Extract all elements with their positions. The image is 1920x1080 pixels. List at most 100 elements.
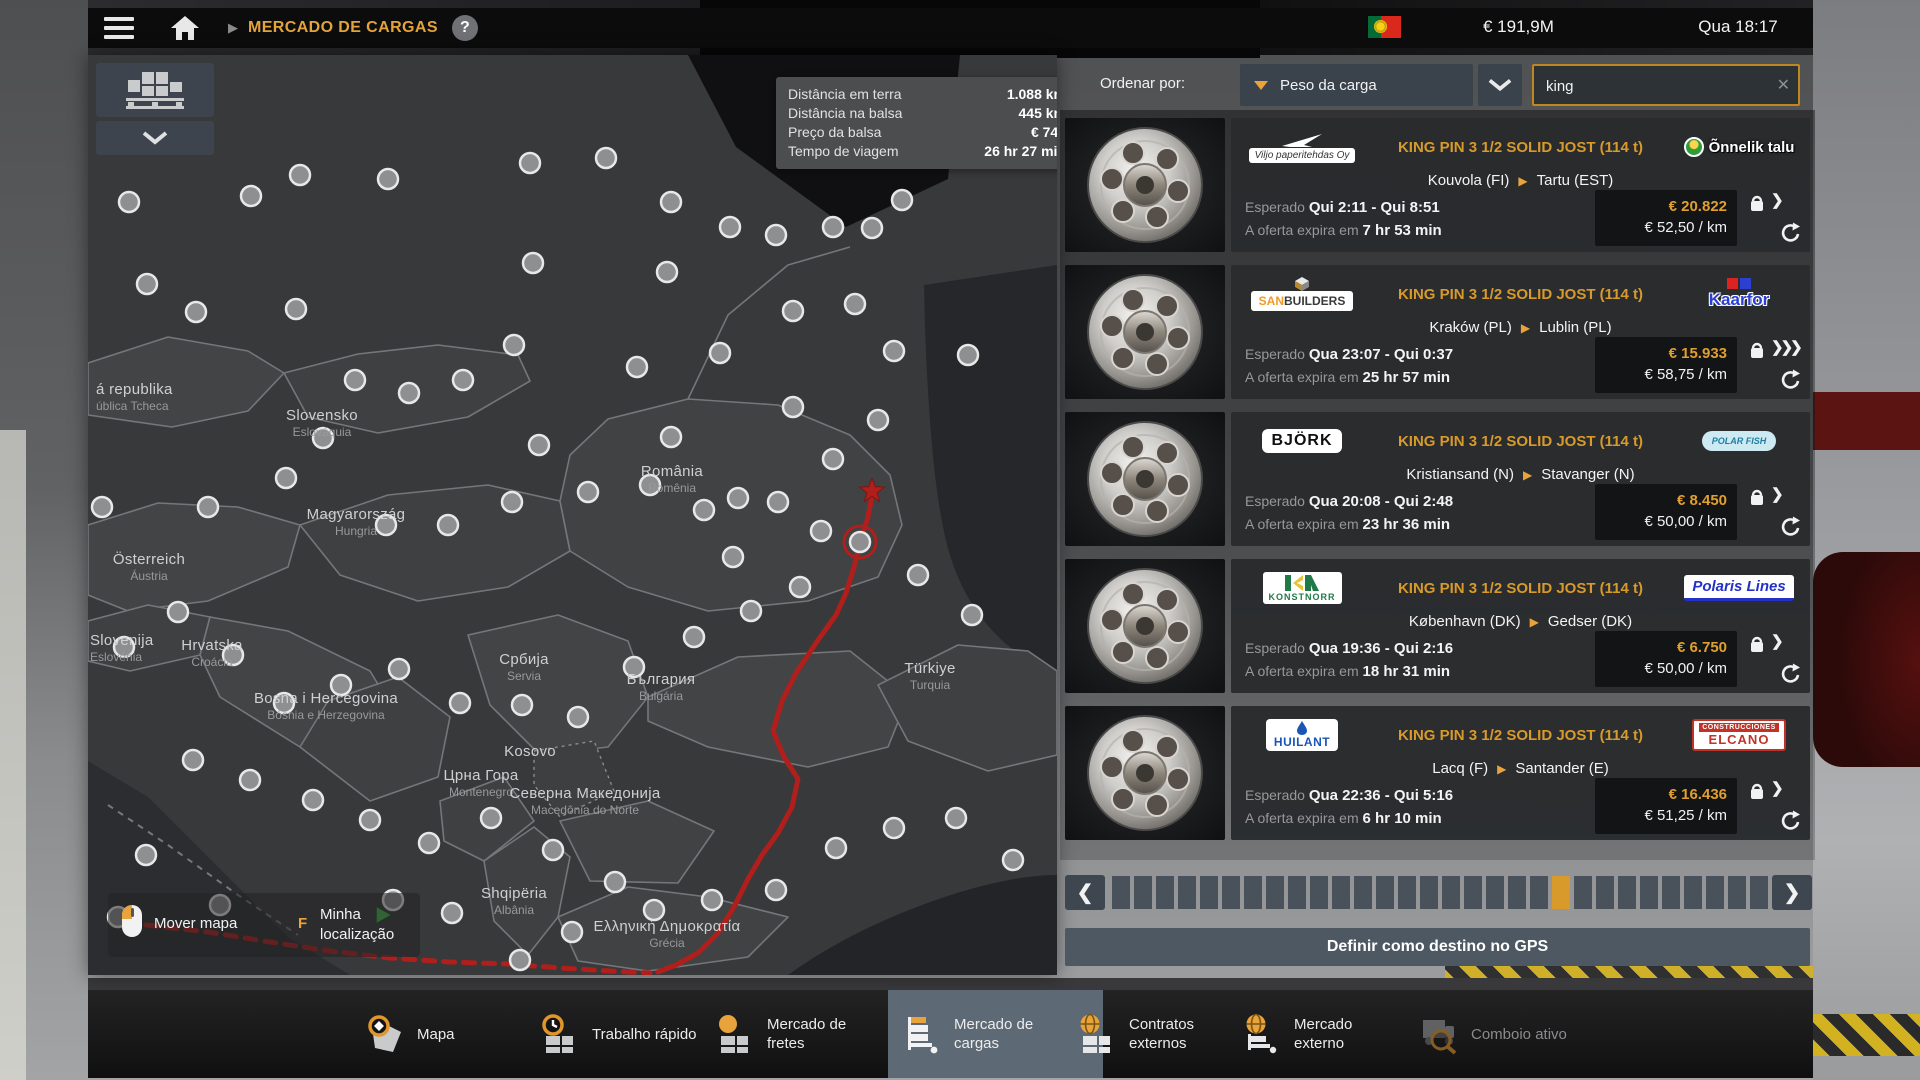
cargo-offer-row[interactable]: BJÖRK KING PIN 3 1/2 SOLID JOST (114 t) … bbox=[1065, 412, 1810, 546]
recipient-logo: POLAR FISH bbox=[1668, 431, 1810, 451]
page-segment[interactable] bbox=[1640, 876, 1658, 909]
cargo-weight-icon bbox=[1747, 486, 1767, 508]
europe-map[interactable] bbox=[88, 55, 1057, 975]
page-segment[interactable] bbox=[1596, 876, 1614, 909]
page-segment[interactable] bbox=[1354, 876, 1372, 909]
page-segment[interactable] bbox=[1398, 876, 1416, 909]
return-trip-icon bbox=[1779, 222, 1801, 244]
cargo-weight-icon bbox=[1747, 192, 1767, 214]
prev-page-button[interactable]: ❮ bbox=[1065, 875, 1105, 910]
map-controls-hint: Mover mapa F Minha localização bbox=[108, 893, 420, 957]
page-segment[interactable] bbox=[1750, 876, 1768, 909]
offer-times: Esperado Qua 23:07 - Qui 0:37 A oferta e… bbox=[1245, 343, 1453, 389]
tooltip-label: Distância em terra bbox=[788, 85, 902, 104]
page-segments[interactable] bbox=[1112, 876, 1768, 909]
page-segment[interactable] bbox=[1442, 876, 1460, 909]
page-segment[interactable] bbox=[1222, 876, 1240, 909]
nav-quick-job[interactable]: Trabalho rápido bbox=[538, 990, 702, 1078]
my-location-hint: Minha localização bbox=[320, 905, 420, 945]
price-per-km: € 50,00 / km bbox=[1595, 513, 1727, 530]
nav-cargo-market[interactable]: Mercado de cargas bbox=[900, 990, 1064, 1078]
truck-fender bbox=[1813, 552, 1920, 767]
map-icon bbox=[363, 1012, 407, 1056]
convoy-magnifier-icon bbox=[1415, 1012, 1461, 1056]
price-box: € 15.933 € 58,75 / km bbox=[1595, 337, 1737, 393]
urgency-icon: ❯ bbox=[1771, 632, 1781, 650]
search-field[interactable]: ✕ bbox=[1532, 64, 1800, 106]
page-segment[interactable] bbox=[1112, 876, 1130, 909]
cargo-title: KING PIN 3 1/2 SOLID JOST (114 t) bbox=[1373, 433, 1668, 450]
cargo-offer-row[interactable]: SANBUILDERS KING PIN 3 1/2 SOLID JOST (1… bbox=[1065, 265, 1810, 399]
offer-price: € 6.750 bbox=[1595, 639, 1727, 656]
route-line: København (DK)▶Gedser (DK) bbox=[1231, 613, 1810, 630]
offer-times: Esperado Qua 20:08 - Qui 2:48 A oferta e… bbox=[1245, 490, 1453, 536]
page-segment[interactable] bbox=[1684, 876, 1702, 909]
clear-search-icon[interactable]: ✕ bbox=[1777, 75, 1790, 95]
page-segment[interactable] bbox=[1200, 876, 1218, 909]
cargo-offer-row[interactable]: Viljo paperitehdas Oy KING PIN 3 1/2 SOL… bbox=[1065, 118, 1810, 252]
page-segment[interactable] bbox=[1310, 876, 1328, 909]
menu-icon[interactable] bbox=[104, 17, 134, 39]
offer-price: € 8.450 bbox=[1595, 492, 1727, 509]
page-segment[interactable] bbox=[1376, 876, 1394, 909]
globe-forklift-icon bbox=[1240, 1012, 1284, 1056]
chevron-down-icon bbox=[142, 131, 168, 145]
home-icon[interactable] bbox=[170, 15, 200, 41]
tooltip-value: 1.088 km bbox=[1007, 85, 1057, 104]
price-per-km: € 50,00 / km bbox=[1595, 660, 1727, 677]
page-segment[interactable] bbox=[1420, 876, 1438, 909]
origin-city: Lacq (F) bbox=[1432, 760, 1488, 777]
help-button[interactable]: ? bbox=[452, 15, 478, 41]
sort-dropdown[interactable]: Peso da carga bbox=[1240, 64, 1473, 106]
pallet-cargo-icon bbox=[120, 70, 190, 110]
search-input[interactable] bbox=[1544, 68, 1768, 104]
sender-logo: HUILANT bbox=[1231, 719, 1373, 751]
tooltip-value: 445 km bbox=[1019, 104, 1057, 123]
page-segment[interactable] bbox=[1486, 876, 1504, 909]
page-segment[interactable] bbox=[1332, 876, 1350, 909]
nav-external-market[interactable]: Mercado externo bbox=[1240, 990, 1404, 1078]
page-segment[interactable] bbox=[1266, 876, 1284, 909]
destination-city: Gedser (DK) bbox=[1548, 613, 1632, 630]
page-segment[interactable] bbox=[1728, 876, 1746, 909]
page-segment[interactable] bbox=[1574, 876, 1592, 909]
next-page-button[interactable]: ❯ bbox=[1772, 875, 1812, 910]
page-segment[interactable] bbox=[1662, 876, 1680, 909]
return-trip-icon bbox=[1779, 663, 1801, 685]
cargo-offer-row[interactable]: HUILANT KING PIN 3 1/2 SOLID JOST (114 t… bbox=[1065, 706, 1810, 840]
cargo-type-button[interactable] bbox=[96, 63, 214, 117]
onnelik-circle-icon bbox=[1684, 137, 1704, 157]
page-segment[interactable] bbox=[1244, 876, 1262, 909]
tooltip-label: Preço da balsa bbox=[788, 123, 881, 142]
page-segment[interactable] bbox=[1530, 876, 1548, 909]
game-time: Qua 18:17 bbox=[1678, 17, 1798, 37]
tooltip-label: Distância na balsa bbox=[788, 104, 902, 123]
breadcrumb-chevron-icon: ▶ bbox=[228, 20, 238, 36]
cargo-offer-row[interactable]: KONSTNORR KING PIN 3 1/2 SOLID JOST (114… bbox=[1065, 559, 1810, 693]
route-arrow-icon: ▶ bbox=[1518, 174, 1527, 188]
map-panel[interactable]: á republikaública TchecaSlovenskoEslováq… bbox=[88, 55, 1057, 975]
tooltip-value: 26 hr 27 min bbox=[984, 142, 1057, 161]
return-trip-icon bbox=[1779, 516, 1801, 538]
set-gps-destination-button[interactable]: Definir como destino no GPS bbox=[1065, 928, 1810, 966]
page-segment-active[interactable] bbox=[1552, 876, 1570, 909]
nav-external-contracts[interactable]: Contratos externos bbox=[1075, 990, 1239, 1078]
urgency-icon: ❯❯❯ bbox=[1771, 338, 1800, 356]
page-segment[interactable] bbox=[1464, 876, 1482, 909]
page-segment[interactable] bbox=[1156, 876, 1174, 909]
page-segment[interactable] bbox=[1618, 876, 1636, 909]
nav-map[interactable]: Mapa bbox=[363, 990, 527, 1078]
collapse-panel-button[interactable] bbox=[96, 121, 214, 155]
sort-expand-button[interactable] bbox=[1478, 64, 1522, 106]
cargo-weight-icon bbox=[1747, 633, 1767, 655]
sort-by-label: Ordenar por: bbox=[1100, 75, 1220, 92]
route-arrow-icon: ▶ bbox=[1497, 762, 1506, 776]
garage-wall bbox=[1813, 0, 1920, 1080]
page-segment[interactable] bbox=[1134, 876, 1152, 909]
page-segment[interactable] bbox=[1706, 876, 1724, 909]
page-segment[interactable] bbox=[1508, 876, 1526, 909]
page-segment[interactable] bbox=[1178, 876, 1196, 909]
nav-freight-market[interactable]: Mercado de fretes bbox=[713, 990, 877, 1078]
page-segment[interactable] bbox=[1288, 876, 1306, 909]
nav-active-convoy[interactable]: Comboio ativo bbox=[1415, 990, 1581, 1078]
